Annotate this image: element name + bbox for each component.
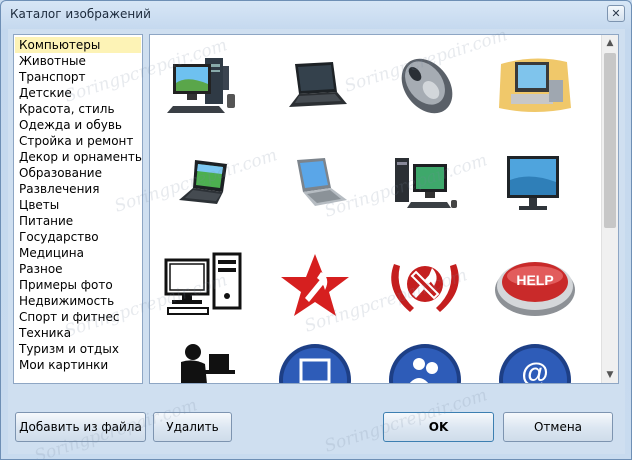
thumbnail-blue-window-button[interactable] [265,340,365,383]
thumbnail-desktop-system[interactable] [375,140,475,230]
red-star-emblem-icon [281,254,349,316]
thumbnail-lcd-monitor[interactable] [485,140,585,230]
category-item-clothing[interactable]: Одежда и обувь [15,117,141,133]
close-button[interactable]: ✕ [607,5,625,22]
window-title: Каталог изображений [10,7,151,21]
category-item-technology[interactable]: Техника [15,325,141,341]
thumbnail-computer-mouse[interactable] [375,40,475,130]
blue-window-button-icon [279,344,351,383]
computer-mouse-icon [401,58,453,114]
thumbnail-laptop[interactable] [265,40,365,130]
category-list[interactable]: Компьютеры Животные Транспорт Детские Кр… [13,34,143,384]
vintage-computer-icon [499,58,571,112]
thumbnail-desktop-computer[interactable] [155,40,255,130]
scroll-thumb[interactable] [604,53,616,228]
blue-users-button-icon [389,344,461,383]
help-button-label: HELP [516,272,553,288]
thumbnail-computer-sketch[interactable] [155,240,255,330]
thumbnail-open-laptop[interactable] [155,140,255,230]
user-at-desk-icon [181,344,235,383]
thumbnail-laptop-grey[interactable] [265,140,365,230]
computer-sketch-icon [164,252,242,315]
image-gallery: HELP @ ▲ ▼ [149,34,619,384]
category-item-entertainment[interactable]: Развлечения [15,181,141,197]
at-glyph: @ [521,357,548,384]
category-item-computers[interactable]: Компьютеры [15,37,141,53]
laptop-icon [289,62,347,107]
category-item-education[interactable]: Образование [15,165,141,181]
scroll-up-button[interactable]: ▲ [602,35,618,51]
blue-at-button-icon: @ [499,344,571,384]
cancel-button[interactable]: Отмена [503,412,613,442]
category-item-construction[interactable]: Стройка и ремонт [15,133,141,149]
category-item-flowers[interactable]: Цветы [15,197,141,213]
category-item-animals[interactable]: Животные [15,53,141,69]
category-item-real-estate[interactable]: Недвижимость [15,293,141,309]
gallery-scrollbar[interactable]: ▲ ▼ [601,35,618,383]
desktop-system-icon [395,158,457,208]
category-item-beauty[interactable]: Красота, стиль [15,101,141,117]
thumbnail-help-button[interactable]: HELP [485,240,585,330]
thumbnail-user-at-desk[interactable] [155,340,255,383]
delete-button[interactable]: Удалить [153,412,232,442]
laptop-grey-icon [297,158,347,206]
desktop-computer-icon [167,58,235,113]
dialog-body: Компьютеры Животные Транспорт Детские Кр… [8,29,625,454]
thumbnail-vintage-computer[interactable] [485,40,585,130]
category-item-tourism[interactable]: Туризм и отдых [15,341,141,357]
ok-button[interactable]: OK [383,412,494,442]
catalog-window: Каталог изображений ✕ Компьютеры Животны… [0,0,632,460]
scroll-down-button[interactable]: ▼ [602,367,618,383]
category-item-food[interactable]: Питание [15,213,141,229]
category-item-decor[interactable]: Декор и орнаменты [15,149,142,165]
category-item-sport[interactable]: Спорт и фитнес [15,309,141,325]
wreath-emblem-icon [391,264,459,312]
title-bar[interactable]: Каталог изображений ✕ [1,1,631,29]
thumbnail-blue-at-button[interactable]: @ [485,340,585,384]
category-item-kids[interactable]: Детские [15,85,141,101]
add-from-file-button[interactable]: Добавить из файла [15,412,146,442]
open-laptop-icon [179,160,227,204]
category-item-state[interactable]: Государство [15,229,141,245]
category-item-misc[interactable]: Разное [15,261,141,277]
category-item-photo-examples[interactable]: Примеры фото [15,277,141,293]
help-button-icon: HELP [495,262,575,316]
thumbnail-wreath-emblem[interactable] [375,240,475,330]
lcd-monitor-icon [507,156,559,210]
thumbnail-blue-users-button[interactable] [375,340,475,383]
category-item-transport[interactable]: Транспорт [15,69,141,85]
category-item-medicine[interactable]: Медицина [15,245,141,261]
category-item-my-pictures[interactable]: Мои картинки [15,357,141,373]
thumbnail-red-star[interactable] [265,240,365,330]
